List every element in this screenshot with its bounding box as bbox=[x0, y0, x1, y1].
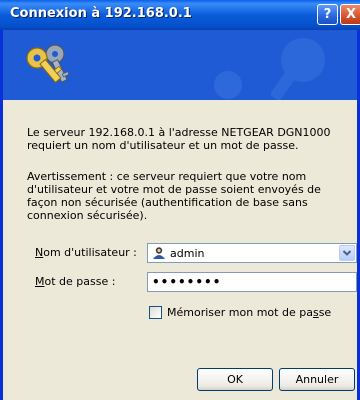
remember-password-checkbox[interactable] bbox=[149, 306, 162, 319]
ok-button[interactable]: OK bbox=[197, 368, 273, 391]
security-warning: Avertissement : ce serveur requiert que … bbox=[27, 170, 321, 222]
username-combobox[interactable]: admin bbox=[147, 243, 357, 263]
banner bbox=[3, 30, 357, 100]
password-label-mnemonic: M bbox=[35, 275, 45, 288]
remember-label-part2: se bbox=[318, 306, 332, 319]
server-message: Le serveur 192.168.0.1 à l'adresse NETGE… bbox=[27, 126, 331, 152]
username-field-value: admin bbox=[170, 247, 205, 260]
username-label-mnemonic: N bbox=[35, 246, 44, 259]
help-button[interactable]: ? bbox=[317, 4, 338, 25]
username-label: Nom d'utilisateur : bbox=[35, 246, 137, 259]
username-dropdown-button[interactable] bbox=[339, 245, 355, 261]
password-label: Mot de passe : bbox=[35, 275, 115, 288]
chevron-down-icon bbox=[342, 250, 352, 256]
cancel-button[interactable]: Annuler bbox=[279, 368, 355, 391]
title-bar[interactable]: Connexion à 192.168.0.1 ? X bbox=[0, 0, 360, 30]
username-label-text: om d'utilisateur : bbox=[43, 246, 137, 259]
cancel-button-label: Annuler bbox=[295, 373, 339, 386]
login-dialog: Connexion à 192.168.0.1 ? X Le serveur 1… bbox=[0, 0, 360, 400]
ok-button-label: OK bbox=[227, 373, 243, 386]
password-label-text: ot de passe : bbox=[44, 275, 116, 288]
remember-label-part1: Mémoriser mon mot de pa bbox=[167, 306, 313, 319]
password-field-value: •••••••• bbox=[152, 275, 222, 289]
dialog-body: Le serveur 192.168.0.1 à l'adresse NETGE… bbox=[3, 100, 357, 400]
user-icon bbox=[153, 247, 165, 259]
remember-password-label[interactable]: Mémoriser mon mot de passe bbox=[167, 306, 331, 319]
close-icon: X bbox=[345, 7, 357, 22]
password-field[interactable]: •••••••• bbox=[147, 272, 357, 292]
keys-icon bbox=[26, 44, 70, 84]
close-button[interactable]: X bbox=[340, 4, 360, 25]
window-title: Connexion à 192.168.0.1 bbox=[10, 6, 192, 21]
help-icon: ? bbox=[323, 7, 332, 22]
